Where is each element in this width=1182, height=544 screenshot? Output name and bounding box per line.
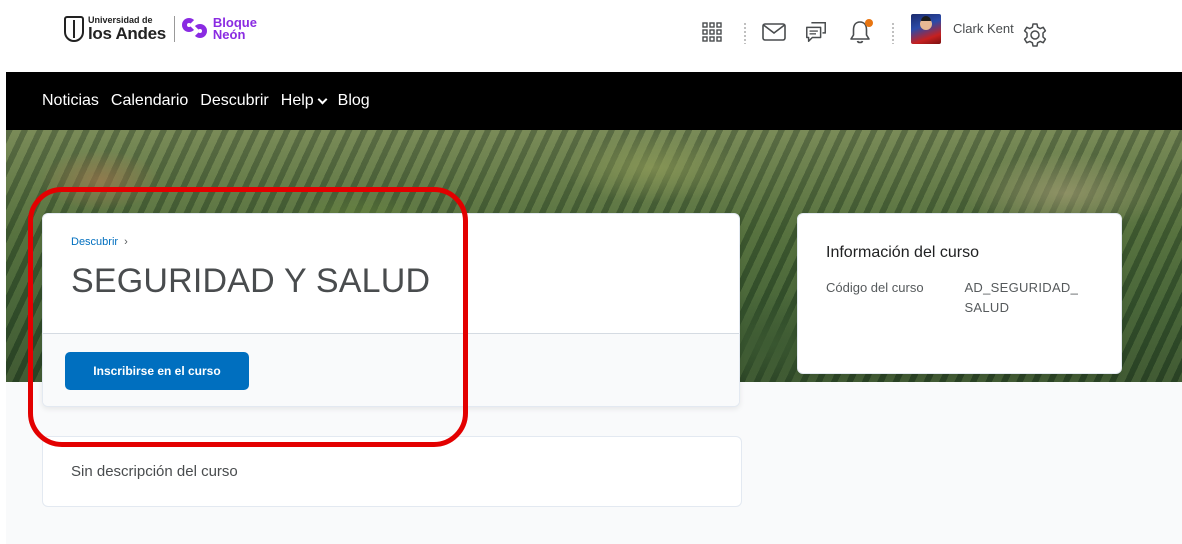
course-code-line-2: SALUD xyxy=(964,300,1010,315)
course-code-value: AD_SEGURIDAD_ SALUD xyxy=(964,278,1093,318)
user-name[interactable]: Clark Kent xyxy=(953,21,1014,36)
mail-icon[interactable] xyxy=(762,20,786,44)
nav-item-blog[interactable]: Blog xyxy=(338,92,370,110)
bloque-neon-logo-icon xyxy=(181,18,210,40)
waffle-icon[interactable] xyxy=(700,20,724,44)
chevron-down-icon xyxy=(317,94,328,104)
nav-item-help[interactable]: Help xyxy=(280,92,328,110)
uniandes-logo-icon xyxy=(64,16,84,42)
nav-item-descubrir[interactable]: Descubrir xyxy=(200,92,268,110)
nav-item-help-label: Help xyxy=(280,92,314,109)
course-code-row: Código del curso AD_SEGURIDAD_ SALUD xyxy=(826,280,1093,318)
logo-universidad-big: los Andes xyxy=(88,24,166,43)
main-navbar: Noticias Calendario Descubrir Help Blog xyxy=(6,72,1182,130)
course-code-label: Código del curso xyxy=(826,280,924,295)
notification-dot xyxy=(865,19,873,27)
chat-icon[interactable] xyxy=(804,20,828,44)
gear-icon[interactable] xyxy=(1021,21,1049,49)
header-actions: Clark Kent xyxy=(682,0,1182,72)
uniandes-wordmark: Universidad de los Andes xyxy=(88,16,166,43)
header-divider xyxy=(744,22,746,44)
avatar[interactable] xyxy=(911,14,941,44)
nav-item-noticias[interactable]: Noticias xyxy=(42,92,99,110)
logo-divider xyxy=(173,16,175,42)
highlight-annotation xyxy=(28,187,468,447)
course-info-card: Información del curso Código del curso A… xyxy=(797,213,1122,374)
bloque-neon-wordmark: Bloque Neón xyxy=(212,15,257,42)
course-description-text: Sin descripción del curso xyxy=(71,463,238,480)
site-logo[interactable]: Universidad de los Andes Bloque Neón xyxy=(64,12,257,46)
course-code-line-1: AD_SEGURIDAD_ xyxy=(964,280,1079,295)
top-bar: Universidad de los Andes Bloque Neón Cla… xyxy=(0,0,1182,72)
nav-item-calendario[interactable]: Calendario xyxy=(111,92,188,110)
logo-neon: Neón xyxy=(212,27,246,42)
bell-icon[interactable] xyxy=(848,19,873,44)
course-info-title: Información del curso xyxy=(826,244,979,261)
header-divider xyxy=(892,22,894,44)
